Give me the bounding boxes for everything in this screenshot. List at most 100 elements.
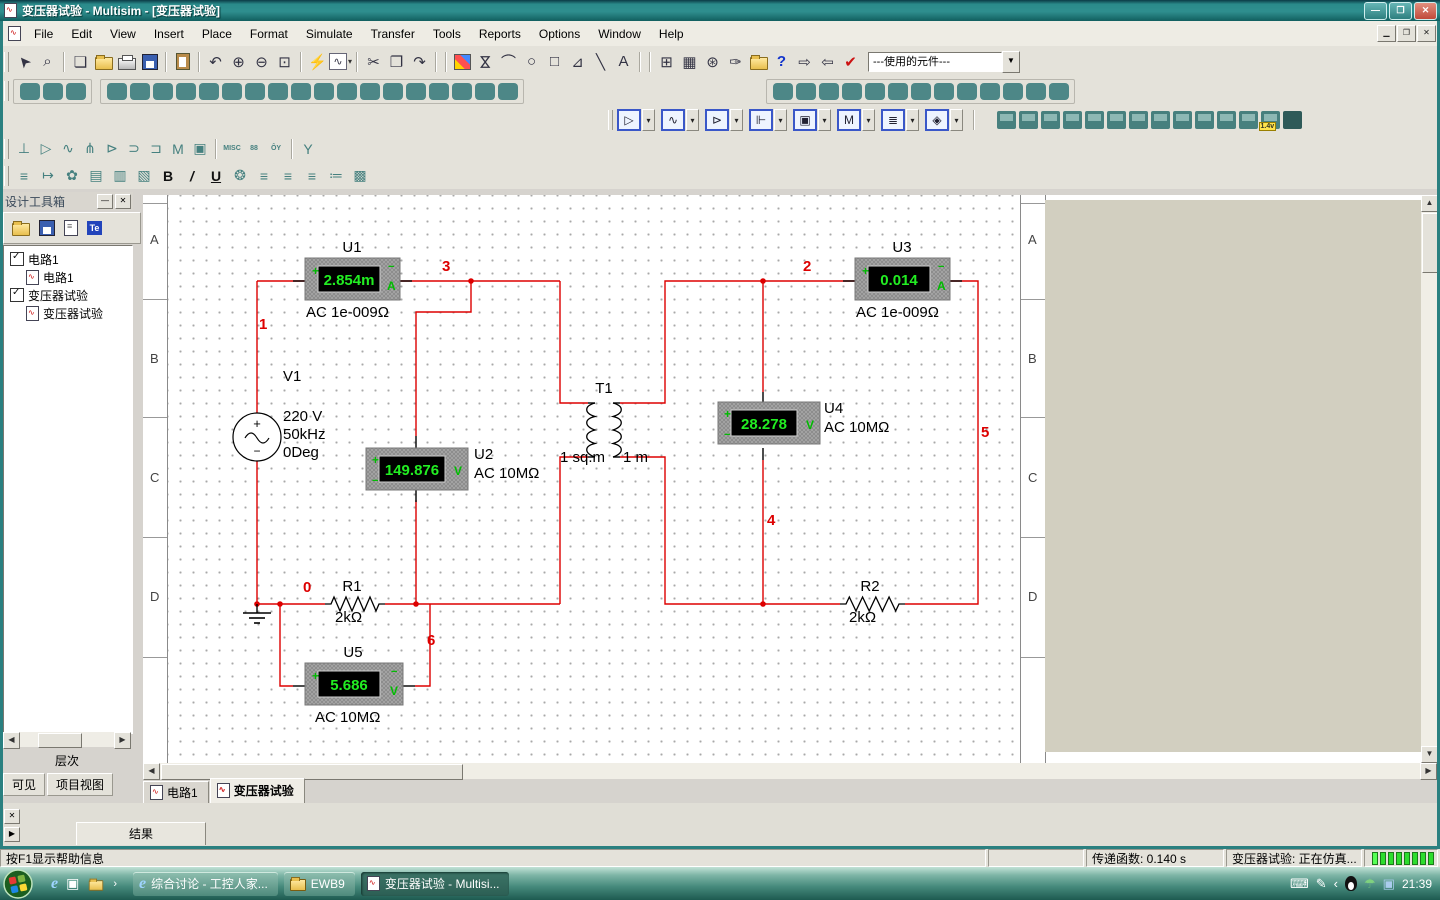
wire[interactable]	[560, 281, 588, 403]
cut-button[interactable]: ✂	[362, 51, 385, 73]
comp-analog-button[interactable]	[199, 83, 219, 100]
save-button[interactable]	[138, 51, 161, 73]
draw-line-button[interactable]: ╲	[589, 51, 612, 73]
comp-indicator-button[interactable]	[314, 83, 334, 100]
toolbar-handle[interactable]	[608, 110, 613, 130]
grapher-button-dropdown-icon[interactable]: ▾	[348, 57, 352, 66]
virtual-basic-button[interactable]	[796, 83, 816, 100]
in-use-palette-button[interactable]	[451, 51, 474, 73]
scroll-left-icon[interactable]: ◀	[143, 763, 160, 780]
transformer-secondary-coil[interactable]	[613, 403, 621, 457]
comp-ttl-button[interactable]	[222, 83, 242, 100]
toolbar-handle[interactable]	[4, 166, 9, 186]
edit-pointer-button[interactable]: ➤	[13, 51, 36, 73]
hourglass-button[interactable]: ⋈	[474, 51, 497, 73]
vscroll-thumb[interactable]	[1422, 213, 1438, 273]
window-minimize-button[interactable]: —	[1364, 2, 1387, 20]
graphics-spheres-icon[interactable]: ✿	[61, 166, 83, 186]
place-mixed-icon[interactable]: ▣	[189, 139, 211, 159]
logic-analyzer-button[interactable]	[1173, 111, 1192, 129]
globe-icon[interactable]: ❂	[229, 166, 251, 186]
oscilloscope-button[interactable]	[1063, 111, 1082, 129]
toolbar-handle[interactable]	[4, 52, 9, 72]
family-mixed-combo[interactable]: ▣▾	[793, 109, 831, 131]
function-generator-button[interactable]	[1019, 111, 1038, 129]
comp-source-button[interactable]	[107, 83, 127, 100]
paste-button[interactable]	[171, 51, 194, 73]
results-close-icon[interactable]: ✕	[4, 809, 20, 824]
sheet-minimize-button[interactable]: ▁	[1377, 25, 1396, 42]
quicklaunch-folder-icon[interactable]	[89, 880, 103, 890]
bold-icon[interactable]: B	[157, 166, 179, 186]
menu-help[interactable]: Help	[650, 23, 693, 45]
place-rf-antenna-icon[interactable]: Y	[297, 139, 319, 159]
sheet-restore-button[interactable]: ❐	[1397, 25, 1416, 42]
place-misc-icon[interactable]: MISC	[221, 139, 243, 159]
wire[interactable]	[560, 457, 588, 604]
virtual-3d-button[interactable]	[980, 83, 1000, 100]
sheet-tab-transformer[interactable]: 变压器试验	[210, 778, 305, 803]
scroll-right-icon[interactable]: ▶	[114, 732, 131, 749]
place-analog-icon[interactable]: ⊳	[101, 139, 123, 159]
wire[interactable]	[280, 604, 293, 686]
open-file-button[interactable]	[92, 51, 115, 73]
comp-diode-button[interactable]	[153, 83, 173, 100]
virtual-signal-source-button[interactable]	[957, 83, 977, 100]
menu-transfer[interactable]: Transfer	[362, 23, 424, 45]
help-button[interactable]: ?	[770, 51, 793, 73]
virtual-probe-button[interactable]	[1049, 83, 1069, 100]
family-basic-combo-dropdown-icon[interactable]: ▾	[686, 109, 699, 131]
comp-transistor-button[interactable]	[176, 83, 196, 100]
in-use-parts-combo[interactable]: ---使用的元件--- ▼	[868, 52, 1020, 72]
place-cmos-icon[interactable]: ⊐	[145, 139, 167, 159]
family-machine-combo-dropdown-icon[interactable]: ▾	[862, 109, 875, 131]
insert-object-icon[interactable]: ↦	[37, 166, 59, 186]
resistor-label-R2[interactable]: R2	[860, 578, 879, 595]
scroll-right-icon[interactable]: ▶	[1420, 763, 1437, 780]
task-ewb9[interactable]: EWB9	[284, 872, 355, 896]
draw-rectangle-button[interactable]: □	[543, 51, 566, 73]
family-basic-combo[interactable]: ∿▾	[661, 109, 699, 131]
comp-rf-button[interactable]	[406, 83, 426, 100]
family-rated-combo-dropdown-icon[interactable]: ▾	[950, 109, 963, 131]
combo-dropdown-icon[interactable]: ▼	[1002, 51, 1020, 73]
align-right-icon[interactable]: ≡	[301, 166, 323, 186]
bullet-list-icon[interactable]: ≔	[325, 166, 347, 186]
tree-item-变压器试验[interactable]: 变压器试验	[4, 286, 132, 304]
toolbox-minimize-button[interactable]: —	[97, 194, 113, 209]
toolbox-doc-button[interactable]	[64, 220, 78, 236]
menu-insert[interactable]: Insert	[145, 23, 193, 45]
zoom-out-button[interactable]: ⊖	[250, 51, 273, 73]
wire[interactable]	[905, 281, 978, 604]
virtual-power-source-button[interactable]	[911, 83, 931, 100]
scroll-up-icon[interactable]: ▲	[1421, 195, 1438, 212]
checkbox-icon[interactable]	[10, 288, 24, 302]
quicklaunch-ie-icon[interactable]: e	[51, 875, 58, 893]
place-transistor-icon[interactable]: ⋔	[79, 139, 101, 159]
database-manager-button[interactable]: ⊛	[701, 51, 724, 73]
undo-button[interactable]: ↶	[204, 51, 227, 73]
menu-place[interactable]: Place	[193, 23, 241, 45]
toolbox-scrollbar[interactable]: ◀ ▶	[3, 732, 131, 747]
redo-button[interactable]: ↷	[408, 51, 431, 73]
results-tab[interactable]: 结果	[76, 822, 206, 845]
zoom-area-button[interactable]: ⊡	[273, 51, 296, 73]
toolbox-save-button[interactable]	[39, 220, 55, 236]
logic-converter-button[interactable]	[1195, 111, 1214, 129]
toolbox-text-button[interactable]: Te	[87, 221, 102, 235]
family-analog-combo[interactable]: ▷▾	[617, 109, 655, 131]
comp-bus2-button[interactable]	[498, 83, 518, 100]
family-transistor-combo[interactable]: ⊩▾	[749, 109, 787, 131]
virtual-transistor-button[interactable]	[842, 83, 862, 100]
family-rated-combo[interactable]: ◈▾	[925, 109, 963, 131]
tree-subitem-变压器试验[interactable]: 变压器试验	[4, 304, 132, 322]
toolbox-tab-visible[interactable]: 可见	[3, 773, 45, 796]
hscroll-thumb[interactable]	[161, 764, 463, 780]
window-restore-button[interactable]: ❐	[1389, 2, 1412, 20]
bode-plotter-button[interactable]	[1107, 111, 1126, 129]
comp-power-button[interactable]	[337, 83, 357, 100]
family-diode-combo-dropdown-icon[interactable]: ▾	[730, 109, 743, 131]
multimeter-button[interactable]	[997, 111, 1016, 129]
postprocessor-button[interactable]	[747, 51, 770, 73]
comp-bus-button[interactable]	[43, 83, 63, 100]
